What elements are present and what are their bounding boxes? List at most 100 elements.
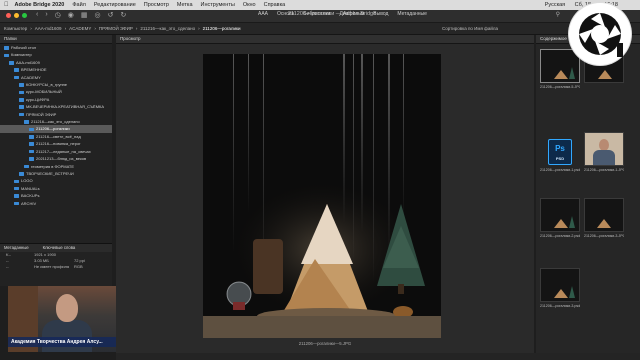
folder-label: 211216—как_это_сделано (31, 119, 80, 125)
back-icon[interactable]: ‹ (36, 11, 38, 19)
folder-label: курс-ЦИФРА (26, 96, 50, 102)
metadata-panel: Метаданные Ключевые слова f/-- 1921 x 190… (0, 243, 112, 286)
preview-image[interactable] (203, 54, 441, 338)
tab-metadata[interactable]: Метаданные (4, 244, 29, 252)
thumbnail-image (540, 198, 580, 232)
metadata-row: -- Не имеет профиля RGB (6, 264, 112, 270)
folder-tree-item[interactable]: ACADEMY (0, 74, 112, 81)
folder-tree-item[interactable]: AAA-md1609 (0, 59, 112, 66)
thumbnail-art (569, 67, 575, 79)
folder-tree-item[interactable]: Рабочий стол (0, 44, 112, 51)
recent-icon[interactable]: ◷ (55, 11, 61, 19)
folder-label: ARCHIV (21, 200, 37, 206)
open-in-camera-raw-icon[interactable]: ◎ (95, 11, 101, 19)
folder-tree-item[interactable]: 20211213—блюд_из_веков (0, 155, 112, 162)
folder-tree-item[interactable]: 211206—рогалики (0, 125, 112, 133)
folder-label: 211216—новинка_перог (36, 141, 81, 147)
apple-menu-icon[interactable]:  (4, 0, 9, 10)
folder-tree-item[interactable]: LOGO (0, 177, 112, 184)
breadcrumb-item[interactable]: 211216—как_это_сделано (140, 23, 195, 34)
workspace-libraries[interactable]: Библиотеки (303, 11, 330, 17)
tab-keywords[interactable]: Ключевые слова (43, 244, 76, 252)
chevron-right-icon: › (30, 26, 32, 31)
workspace-tabs: AAA Основн Библиотеки Диафильм Вывод Мет… (258, 11, 427, 17)
menu-tools[interactable]: Инструменты (201, 0, 235, 10)
folder-label: геометрия в ФОРМАТЕ (31, 163, 75, 169)
folder-tree-item[interactable]: 211216—светл_всё_над (0, 133, 112, 140)
thumbnail[interactable]: 211206—рогалики-3.JPG (584, 198, 624, 242)
folder-tree-item[interactable]: курс-МОБИЛЬНЫЙ (0, 88, 112, 95)
keyboard-layout[interactable]: Русская (545, 2, 565, 8)
rotate-right-icon[interactable]: ↻ (121, 11, 127, 19)
folder-label: Рабочий стол (11, 45, 37, 50)
folder-tree-item[interactable]: MANUALs (0, 185, 112, 192)
thumbnail[interactable]: 211206—рогалики-3.psd (540, 268, 580, 312)
workspace-essentials[interactable]: Основн (277, 11, 294, 17)
folder-tree-item[interactable]: 211216—как_это_сделано (0, 118, 112, 125)
workspace-output[interactable]: Вывод (373, 11, 388, 17)
folder-tree-item[interactable]: BACKUPs (0, 192, 112, 199)
workspace-aaa[interactable]: AAA (258, 11, 268, 17)
folder-tree-item[interactable]: 211216—новинка_перог (0, 140, 112, 147)
toolbar: ‹ › ◷ ◉ ▦ ◎ ↺ ↻ (36, 11, 126, 19)
menu-window[interactable]: Окно (243, 0, 256, 10)
folders-panel-title[interactable]: Папки (0, 35, 112, 44)
folder-tree-item[interactable]: КОНКУРСЫ_в_группе (0, 81, 112, 88)
window-controls (6, 13, 27, 18)
thumbnail-label: 211206—рогалики-1.psd (540, 168, 580, 172)
refine-icon[interactable]: ▦ (81, 11, 88, 19)
folder-icon (14, 179, 19, 183)
menu-file[interactable]: Файл (72, 0, 86, 10)
chevron-right-icon: › (64, 26, 67, 31)
workspace-metadata[interactable]: Метаданные (397, 11, 426, 17)
photoshop-file-icon: Ps PSD (548, 139, 572, 165)
rotate-left-icon[interactable]: ↺ (108, 11, 114, 19)
zoom-window-button[interactable] (22, 13, 27, 18)
camera-icon[interactable]: ◉ (68, 11, 74, 19)
close-window-button[interactable] (6, 13, 11, 18)
folder-icon (29, 142, 34, 146)
thumbnail-label: 211206—рогалики-2.psd (540, 234, 580, 238)
preview-filename: 211206—рогалики—5.JPG (298, 341, 352, 346)
workspace-filmstrip[interactable]: Диафильм (339, 11, 364, 17)
breadcrumb-item[interactable]: ПРЯМОЙ ЭФИР (99, 23, 133, 34)
folder-tree-item[interactable]: ТВОРЧЕСКИЕ_ВСТРЕЧИ (0, 170, 112, 177)
folder-tree-item[interactable]: ПРЯМОЙ ЭФИР (0, 111, 112, 118)
presenter-body (42, 320, 92, 352)
folder-icon (19, 105, 24, 109)
breadcrumb-item[interactable]: Компьютер (4, 23, 27, 34)
menu-label[interactable]: Метка (177, 0, 193, 10)
breadcrumb-item[interactable]: AAA-md1609 (35, 23, 62, 34)
thumbnail[interactable]: Ps PSD 211206—рогалики-1.psd (540, 132, 580, 176)
folder-tree-item[interactable]: геометрия в ФОРМАТЕ (0, 163, 112, 170)
thumbnail-art (554, 70, 568, 79)
thumbnail[interactable]: 211206—рогалики-2.psd (540, 198, 580, 242)
folder-tree-item[interactable]: ВРЕМЕННОЕ (0, 66, 112, 73)
breadcrumb-item-current[interactable]: 211206—рогалики (203, 23, 241, 34)
folder-tree-item[interactable]: Компьютер (0, 51, 112, 58)
app-menu[interactable]: Adobe Bridge 2020 (15, 0, 65, 10)
search-icon[interactable]: ⚲ (556, 11, 560, 18)
folder-tree-item[interactable]: МК-ВЕЧЕРИНКА-КРЕАТИВНАЯ_СЪЁМКА (0, 103, 112, 110)
content-panel: Содержимое 211206—рогалики-5.JPG Ps PSD 2… (536, 35, 640, 353)
forward-icon[interactable]: › (45, 11, 47, 19)
menu-bar:  Adobe Bridge 2020 Файл Редактирование … (0, 0, 640, 10)
chevron-right-icon: › (198, 26, 200, 31)
folder-label: 211216—светл_всё_над (36, 133, 81, 139)
preview-panel-title[interactable]: Просмотр (116, 35, 534, 44)
folder-tree-item[interactable]: ARCHIV (0, 200, 112, 207)
psd-icon-sub: PSD (555, 156, 565, 161)
folder-tree-item[interactable]: 211217—ледяные_на_свечах (0, 148, 112, 155)
folder-label: ВРЕМЕННОЕ (21, 67, 47, 73)
menu-edit[interactable]: Редактирование (94, 0, 136, 10)
breadcrumb-item[interactable]: ACADEMY (69, 23, 91, 34)
metadata-value: RGB (74, 264, 83, 269)
folder-label: 20211213—блюд_из_веков (36, 156, 87, 162)
thumbnail[interactable]: 211206—рогалики-1.JPG (584, 132, 624, 176)
menu-help[interactable]: Справка (264, 0, 286, 10)
minimize-window-button[interactable] (14, 13, 19, 18)
folder-tree-item[interactable]: курс-ЦИФРА (0, 96, 112, 103)
menu-view[interactable]: Просмотр (144, 0, 169, 10)
folder-label: 211217—ледяные_на_свечах (36, 148, 91, 154)
sort-dropdown[interactable]: Сортировка по Имя файла (442, 23, 498, 34)
